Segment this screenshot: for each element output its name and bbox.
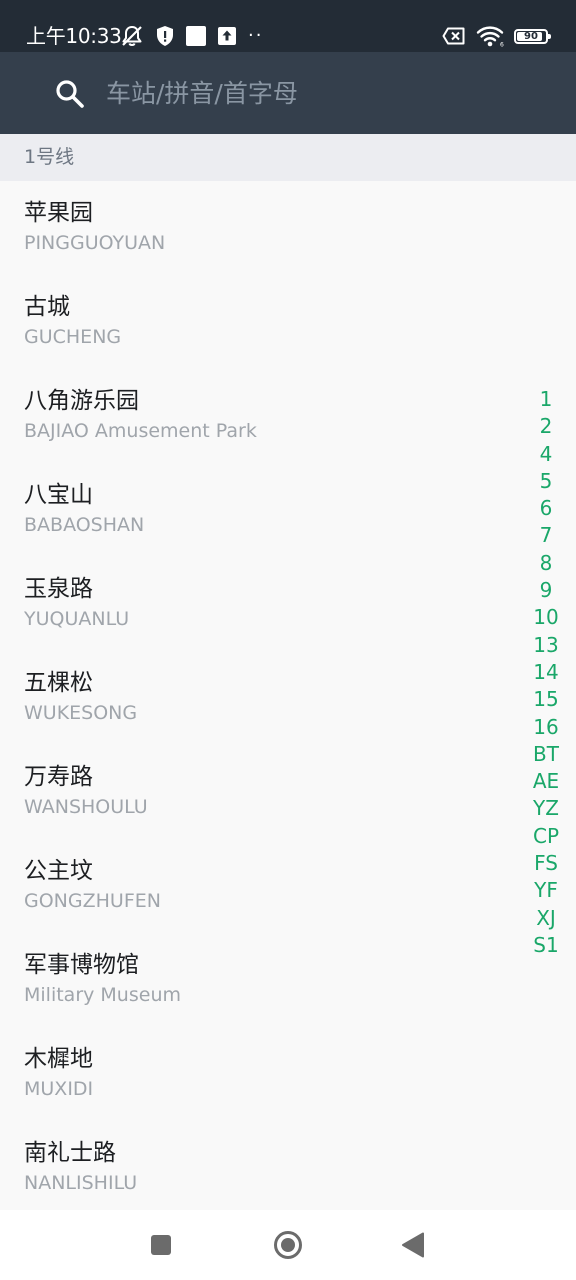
station-name: 万寿路 (24, 764, 93, 790)
station-name: 八宝山 (24, 482, 93, 508)
station-row[interactable]: 八角游乐园 BAJIAO Amusement Park (0, 369, 576, 463)
search-icon[interactable] (54, 78, 86, 110)
line-index-item[interactable]: FS (528, 850, 564, 877)
line-index-item[interactable]: CP (528, 823, 564, 850)
station-row[interactable]: 南礼士路 NANLISHILU (0, 1121, 576, 1210)
line-index-item[interactable]: XJ (528, 905, 564, 932)
station-row[interactable]: 公主坟 GONGZHUFEN (0, 839, 576, 933)
line-index-bar[interactable]: 1 2 4 5 6 7 8 9 10 13 14 15 16 BT AE YZ … (528, 386, 564, 959)
station-name: 八角游乐园 (24, 388, 139, 414)
search-header (0, 52, 576, 134)
station-pinyin: YUQUANLU (24, 608, 130, 630)
station-pinyin: NANLISHILU (24, 1172, 138, 1194)
recents-button[interactable] (151, 1235, 171, 1255)
line-index-item[interactable]: 9 (528, 577, 564, 604)
station-row[interactable]: 古城 GUCHENG (0, 275, 576, 369)
sim-x-icon (442, 27, 465, 45)
station-list[interactable]: 苹果园 PINGGUOYUAN 古城 GUCHENG 八角游乐园 BAJIAO … (0, 181, 576, 1210)
line-index-item[interactable]: 7 (528, 522, 564, 549)
line-index-item[interactable]: BT (528, 741, 564, 768)
line-index-item[interactable]: 1 (528, 386, 564, 413)
station-row[interactable]: 苹果园 PINGGUOYUAN (0, 181, 576, 275)
station-pinyin: BABAOSHAN (24, 514, 145, 536)
station-pinyin: Military Museum (24, 984, 181, 1006)
line-index-item[interactable]: 4 (528, 441, 564, 468)
station-pinyin: GONGZHUFEN (24, 890, 161, 912)
line-index-item[interactable]: 15 (528, 686, 564, 713)
station-pinyin: WANSHOULU (24, 796, 148, 818)
station-pinyin: PINGGUOYUAN (24, 232, 166, 254)
line-index-item[interactable]: 10 (528, 604, 564, 631)
line-index-item[interactable]: 8 (528, 550, 564, 577)
line-index-item[interactable]: 6 (528, 495, 564, 522)
station-pinyin: MUXIDI (24, 1078, 94, 1100)
line-index-item[interactable]: YF (528, 877, 564, 904)
line-index-item[interactable]: 5 (528, 468, 564, 495)
station-pinyin: WUKESONG (24, 702, 138, 724)
line-index-item[interactable]: 2 (528, 413, 564, 440)
station-name: 木樨地 (24, 1046, 93, 1072)
shield-alert-icon (157, 26, 173, 46)
svg-text:6: 6 (500, 42, 504, 48)
bell-muted-icon (122, 26, 142, 46)
station-name: 军事博物馆 (24, 952, 139, 978)
station-name: 南礼士路 (24, 1140, 116, 1166)
station-name: 苹果园 (24, 200, 93, 226)
station-name: 五棵松 (24, 670, 93, 696)
station-row[interactable]: 军事博物馆 Military Museum (0, 933, 576, 1027)
status-notification-icons: ·· (120, 23, 275, 49)
wifi-icon: 6 (476, 26, 504, 48)
station-name: 玉泉路 (24, 576, 93, 602)
back-button[interactable] (401, 1232, 425, 1258)
battery-level: 90 (524, 30, 538, 42)
line-index-item[interactable]: 16 (528, 714, 564, 741)
more-notifications-dots: ·· (248, 25, 264, 46)
search-input[interactable] (106, 70, 526, 116)
line-index-item[interactable]: AE (528, 768, 564, 795)
station-name: 公主坟 (24, 858, 93, 884)
status-time: 上午10:33 (26, 24, 122, 48)
battery-tip (548, 33, 551, 39)
station-row[interactable]: 玉泉路 YUQUANLU (0, 557, 576, 651)
station-pinyin: BAJIAO Amusement Park (24, 420, 257, 442)
battery-icon: 90 (514, 28, 551, 44)
line-index-item[interactable]: S1 (528, 932, 564, 959)
station-row[interactable]: 五棵松 WUKESONG (0, 651, 576, 745)
upload-icon (218, 27, 236, 45)
line-index-item[interactable]: 14 (528, 659, 564, 686)
station-row[interactable]: 木樨地 MUXIDI (0, 1027, 576, 1121)
station-name: 古城 (24, 294, 70, 320)
station-row[interactable]: 万寿路 WANSHOULU (0, 745, 576, 839)
status-bar: 上午10:33 ·· 6 90 (0, 0, 576, 52)
square-notification-icon (186, 26, 206, 46)
status-system-icons: 6 90 (432, 23, 551, 49)
line-section-header: 1号线 (0, 134, 576, 181)
line-index-item[interactable]: 13 (528, 632, 564, 659)
navigation-bar (0, 1210, 576, 1280)
station-pinyin: GUCHENG (24, 326, 122, 348)
home-button[interactable] (273, 1230, 303, 1260)
line-index-item[interactable]: YZ (528, 795, 564, 822)
station-row[interactable]: 八宝山 BABAOSHAN (0, 463, 576, 557)
